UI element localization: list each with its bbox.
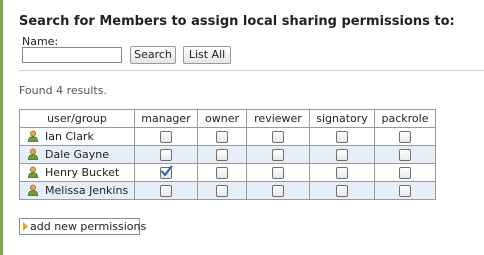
arrow-icon [23, 222, 28, 231]
user-cell: Ian Clark [19, 127, 135, 146]
add-new-permissions-button[interactable]: add new permissions [19, 218, 146, 235]
name-input[interactable] [22, 47, 122, 63]
add-new-permissions-label: add new permissions [30, 220, 147, 233]
user-name: Ian Clark [45, 130, 94, 143]
owner-checkbox[interactable] [216, 131, 228, 143]
packrole-cell [374, 181, 436, 200]
manager-checkbox[interactable] [160, 149, 172, 161]
reviewer-checkbox[interactable] [272, 131, 284, 143]
reviewer-checkbox[interactable] [272, 149, 284, 161]
table-row: Dale Gayne [19, 145, 436, 164]
divider [19, 70, 484, 71]
table-header-row: user/group manager owner reviewer signat… [19, 109, 436, 128]
column-header-user-group: user/group [19, 109, 135, 128]
reviewer-cell [246, 127, 310, 146]
permissions-table: user/group manager owner reviewer signat… [19, 109, 436, 200]
user-icon [27, 130, 39, 142]
packrole-checkbox[interactable] [399, 167, 411, 179]
reviewer-cell [246, 145, 310, 164]
signatory-checkbox[interactable] [336, 167, 348, 179]
column-header-packrole: packrole [374, 109, 436, 128]
reviewer-cell [246, 163, 310, 182]
user-name: Melissa Jenkins [45, 184, 129, 197]
packrole-checkbox[interactable] [399, 131, 411, 143]
signatory-checkbox[interactable] [336, 131, 348, 143]
column-header-reviewer: reviewer [246, 109, 310, 128]
user-cell: Melissa Jenkins [19, 181, 135, 200]
user-icon [27, 166, 39, 178]
owner-cell [197, 145, 247, 164]
signatory-cell [309, 163, 375, 182]
manager-checkbox[interactable] [160, 131, 172, 143]
packrole-cell [374, 127, 436, 146]
reviewer-checkbox[interactable] [272, 185, 284, 197]
reviewer-checkbox[interactable] [272, 167, 284, 179]
owner-cell [197, 163, 247, 182]
user-cell: Dale Gayne [19, 145, 135, 164]
packrole-checkbox[interactable] [399, 185, 411, 197]
column-header-owner: owner [197, 109, 247, 128]
column-header-signatory: signatory [309, 109, 375, 128]
user-icon [27, 148, 39, 160]
signatory-cell [309, 145, 375, 164]
search-heading: Search for Members to assign local shari… [19, 14, 455, 29]
signatory-cell [309, 181, 375, 200]
manager-cell [134, 163, 198, 182]
packrole-cell [374, 163, 436, 182]
table-row: Melissa Jenkins [19, 181, 436, 200]
manager-cell [134, 181, 198, 200]
packrole-checkbox[interactable] [399, 149, 411, 161]
owner-checkbox[interactable] [216, 149, 228, 161]
user-name: Henry Bucket [45, 166, 120, 179]
signatory-checkbox[interactable] [336, 185, 348, 197]
table-row: Henry Bucket [19, 163, 436, 182]
search-button[interactable]: Search [130, 46, 176, 64]
table-row: Ian Clark [19, 127, 436, 146]
list-all-button[interactable]: List All [183, 46, 231, 64]
manager-cell [134, 145, 198, 164]
owner-checkbox[interactable] [216, 167, 228, 179]
owner-cell [197, 181, 247, 200]
owner-cell [197, 127, 247, 146]
manager-cell [134, 127, 198, 146]
user-cell: Henry Bucket [19, 163, 135, 182]
signatory-checkbox[interactable] [336, 149, 348, 161]
manager-checkbox[interactable] [160, 185, 172, 197]
user-icon [27, 184, 39, 196]
accent-border [0, 0, 3, 255]
user-name: Dale Gayne [45, 148, 110, 161]
results-count: Found 4 results. [19, 84, 107, 97]
signatory-cell [309, 127, 375, 146]
packrole-cell [374, 145, 436, 164]
column-header-manager: manager [134, 109, 198, 128]
reviewer-cell [246, 181, 310, 200]
manager-checkbox[interactable] [160, 165, 173, 179]
owner-checkbox[interactable] [216, 185, 228, 197]
